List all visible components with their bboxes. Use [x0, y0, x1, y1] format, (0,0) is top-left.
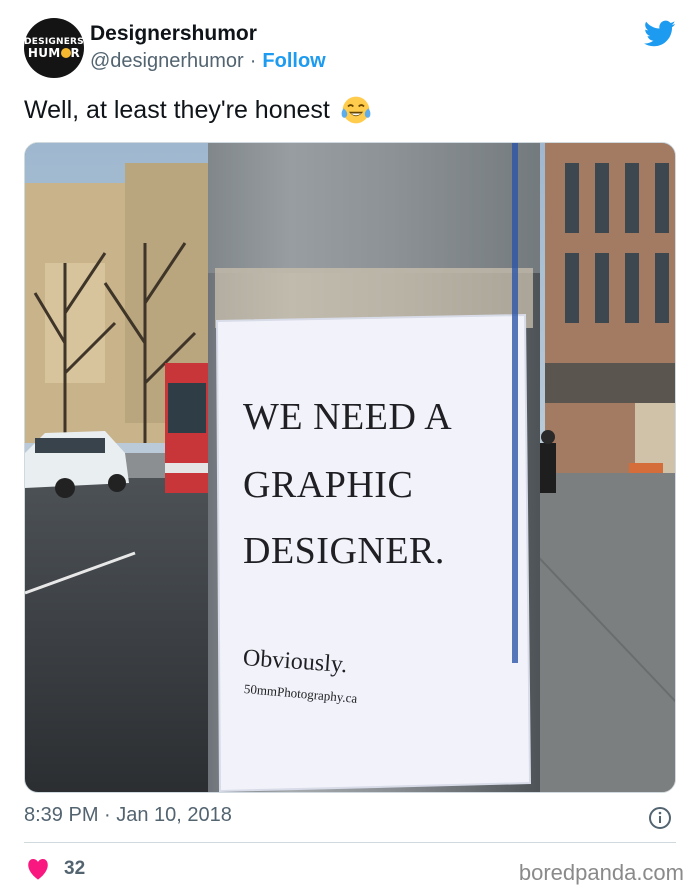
twitter-bird-icon[interactable]: [644, 20, 676, 48]
follow-button[interactable]: Follow: [262, 50, 325, 72]
handle-row: @designerhumor · Follow: [90, 50, 326, 73]
face-with-tears-of-joy-icon: [341, 96, 371, 124]
user-handle[interactable]: @designerhumor: [90, 50, 244, 72]
poster-line-3: DESIGNER.: [243, 530, 445, 572]
poster-line-2: GRAPHIC: [243, 464, 414, 506]
separator-dot: ·: [249, 50, 257, 72]
info-icon[interactable]: [648, 806, 672, 830]
tweet-card: DESIGNERS HUM R Designershumor @designerh…: [0, 0, 700, 896]
tweet-text: Well, at least they're honest: [24, 95, 330, 124]
heart-icon[interactable]: [26, 858, 50, 880]
avatar-logo-text-start: HUM: [27, 45, 61, 60]
avatar-logo-text-bottom: HUM R: [27, 45, 81, 60]
display-name[interactable]: Designershumor: [90, 22, 257, 46]
poster-line-1: WE NEED A: [243, 396, 453, 438]
tweet-body: Well, at least they're honest: [24, 94, 372, 126]
watermark: boredpanda.com: [518, 860, 684, 885]
avatar-logo-text-end: R: [70, 45, 81, 60]
smiley-logo-icon: [60, 47, 71, 58]
tweet-timestamp[interactable]: 8:39 PM · Jan 10, 2018: [24, 804, 232, 827]
tweet-photo[interactable]: WE NEED A GRAPHIC DESIGNER. Obviously. 5…: [24, 142, 676, 793]
tweet-header: DESIGNERS HUM R Designershumor @designerh…: [24, 18, 676, 82]
avatar[interactable]: DESIGNERS HUM R: [24, 18, 84, 78]
divider: [24, 842, 676, 843]
like-count[interactable]: 32: [64, 858, 85, 880]
